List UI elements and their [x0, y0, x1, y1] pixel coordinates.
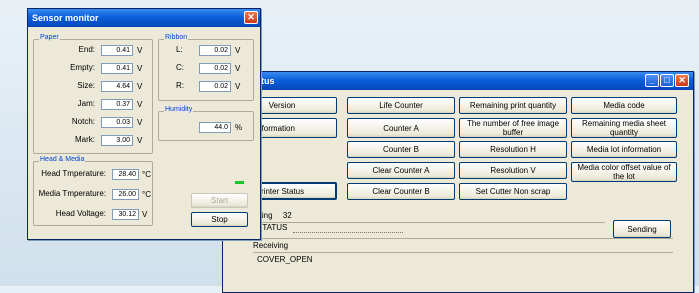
- ribbon-r-label: R:: [176, 81, 184, 90]
- sensor-monitor-title: Sensor monitor: [32, 13, 99, 23]
- paper-size-label: Size:: [77, 81, 95, 90]
- ribbon-r-field: 0.02: [199, 81, 231, 92]
- paper-group: Paper End: 0.41 V Empty: 0.41 V Size: 4.…: [33, 34, 153, 154]
- status-window: tatus _ □ ✕ Version sor information rint…: [222, 71, 694, 293]
- remaining-media-sheet-quantity-button[interactable]: Remaining media sheet quantity: [571, 118, 677, 138]
- status-indicator: [235, 181, 244, 184]
- sending-bottom-divider: [253, 238, 673, 239]
- paper-size-unit: V: [137, 82, 143, 91]
- paper-empty-unit: V: [137, 64, 143, 73]
- ribbon-l-label: L:: [176, 45, 183, 54]
- free-image-buffer-button[interactable]: The number of free image buffer: [459, 118, 567, 138]
- close-icon[interactable]: ✕: [675, 74, 689, 87]
- paper-jam-field: 0.37: [101, 99, 133, 110]
- start-button[interactable]: Start: [191, 193, 248, 208]
- head-temperature-field: 28.40: [112, 169, 139, 180]
- counter-b-button[interactable]: Counter B: [347, 141, 455, 158]
- ribbon-l-field: 0.02: [199, 45, 231, 56]
- sending-value: STATUS: [257, 223, 288, 232]
- resolution-v-button[interactable]: Resolution V: [459, 162, 567, 179]
- remaining-print-quantity-button[interactable]: Remaining print quantity: [459, 97, 567, 114]
- status-window-titlebar[interactable]: tatus _ □ ✕: [223, 72, 693, 90]
- head-media-group: Head & Media Head Tmperature: 28.40 °C M…: [33, 156, 153, 226]
- sending-count: 32: [282, 211, 292, 220]
- head-temperature-label: Head Tmperature:: [41, 169, 106, 178]
- media-color-offset-button[interactable]: Media color offset value of the lot: [571, 162, 677, 182]
- paper-notch-field: 0.03: [101, 117, 133, 128]
- paper-mark-field: 3.00: [101, 135, 133, 146]
- paper-group-label: Paper: [39, 34, 60, 41]
- counter-a-button[interactable]: Counter A: [347, 118, 455, 138]
- humidity-field: 44.0: [199, 122, 231, 133]
- paper-end-unit: V: [137, 46, 143, 55]
- paper-end-label: End:: [78, 45, 95, 54]
- clear-counter-a-button[interactable]: Clear Counter A: [347, 162, 455, 179]
- close-icon[interactable]: ✕: [244, 11, 258, 24]
- media-code-button[interactable]: Media code: [571, 97, 677, 114]
- stop-button[interactable]: Stop: [191, 212, 248, 227]
- ribbon-c-unit: V: [235, 64, 241, 73]
- humidity-unit: %: [235, 123, 243, 132]
- clear-counter-b-button[interactable]: Clear Counter B: [347, 183, 455, 200]
- paper-mark-unit: V: [137, 136, 143, 145]
- life-counter-button[interactable]: Life Counter: [347, 97, 455, 114]
- ribbon-c-field: 0.02: [199, 63, 231, 74]
- receiving-value: COVER_OPEN: [257, 255, 313, 264]
- head-temperature-unit: °C: [142, 170, 151, 179]
- ribbon-l-unit: V: [235, 46, 241, 55]
- paper-mark-label: Mark:: [75, 135, 95, 144]
- paper-size-field: 4.64: [101, 81, 133, 92]
- resolution-h-button[interactable]: Resolution H: [459, 141, 567, 158]
- ribbon-group-label: Ribbon: [164, 34, 189, 41]
- media-temperature-unit: °C: [142, 190, 151, 199]
- receiving-box: COVER_OPEN: [253, 252, 673, 270]
- set-cutter-non-scrap-button[interactable]: Set Cutter Non scrap: [459, 183, 567, 200]
- paper-jam-label: Jam:: [77, 99, 95, 108]
- head-voltage-field: 30.12: [112, 209, 139, 220]
- ribbon-group: Ribbon L: 0.02 V C: 0.02 V R: 0.02 V: [158, 34, 254, 101]
- paper-notch-unit: V: [137, 118, 143, 127]
- paper-notch-label: Notch:: [71, 117, 95, 126]
- humidity-group: Humidity 44.0 %: [158, 106, 254, 141]
- sensor-monitor-titlebar[interactable]: Sensor monitor ✕: [28, 9, 260, 27]
- paper-jam-unit: V: [137, 100, 143, 109]
- maximize-icon[interactable]: □: [660, 74, 674, 87]
- head-voltage-unit: V: [142, 210, 148, 219]
- media-lot-information-button[interactable]: Media lot information: [571, 141, 677, 158]
- head-media-group-label: Head & Media: [39, 156, 86, 163]
- paper-empty-label: Empty:: [70, 63, 95, 72]
- humidity-group-label: Humidity: [164, 106, 194, 113]
- head-voltage-label: Head Voltage:: [55, 209, 106, 218]
- receiving-label: Receiving: [253, 241, 289, 250]
- ribbon-c-label: C:: [176, 63, 184, 72]
- ribbon-r-unit: V: [235, 82, 241, 91]
- paper-empty-field: 0.41: [101, 63, 133, 74]
- minimize-icon[interactable]: _: [645, 74, 659, 87]
- sending-button[interactable]: Sending: [613, 220, 671, 238]
- sensor-monitor-window: Sensor monitor ✕ Paper End: 0.41 V Empty…: [27, 8, 261, 240]
- media-temperature-label: Media Tmperature:: [38, 189, 106, 198]
- paper-end-field: 0.41: [101, 45, 133, 56]
- sending-divider: [253, 222, 605, 223]
- media-temperature-field: 26.00: [112, 189, 139, 200]
- sending-dotted-line: [293, 232, 403, 233]
